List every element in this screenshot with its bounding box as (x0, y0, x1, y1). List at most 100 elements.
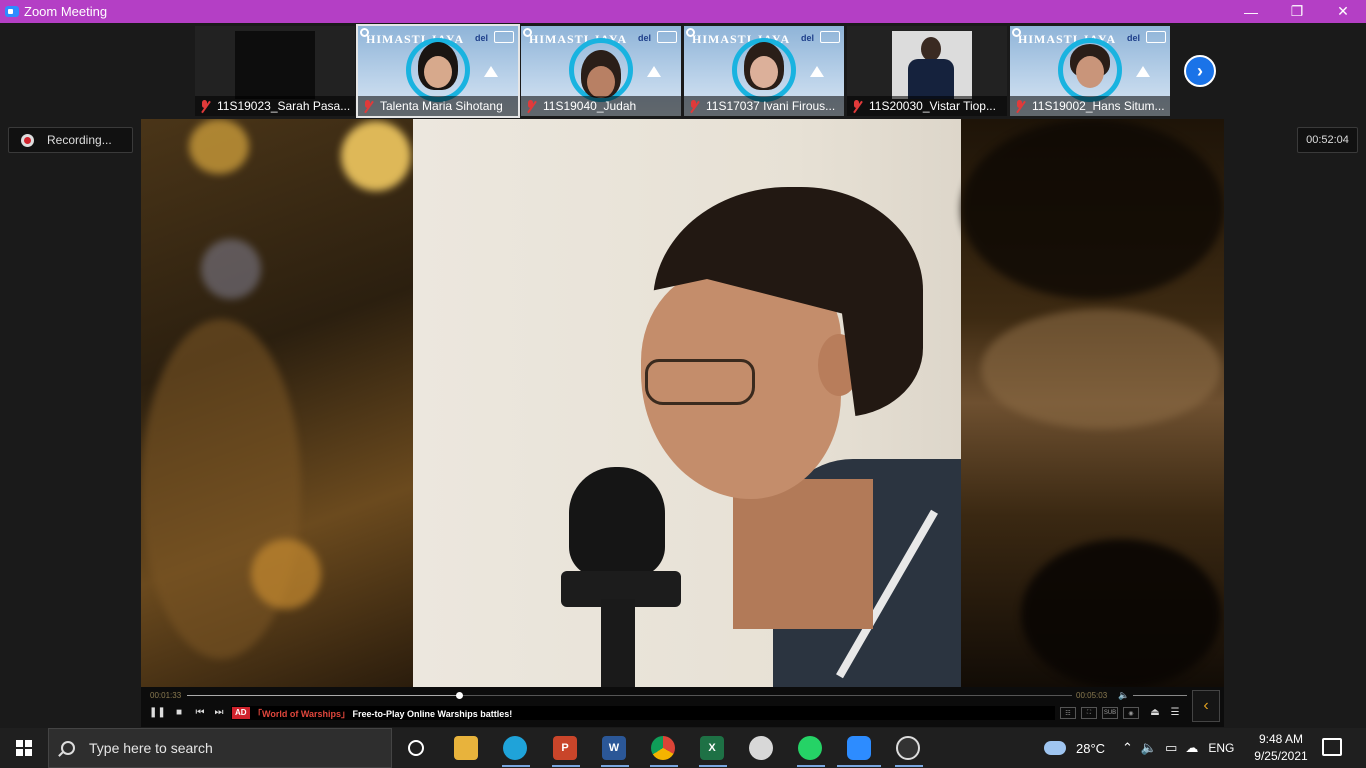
chevron-left-icon[interactable]: ‹ (1192, 690, 1220, 722)
pin-dot-icon (360, 28, 369, 37)
word-icon[interactable]: W (602, 736, 626, 760)
mic-muted-icon (851, 99, 863, 113)
play-icon (484, 66, 498, 77)
minimize-icon[interactable]: — (1228, 0, 1274, 23)
eject-icon[interactable]: ⏏ (1148, 707, 1162, 718)
chevron-up-icon[interactable]: ⌃ (1122, 740, 1133, 756)
microphone-stand (601, 599, 635, 687)
window-title: Zoom Meeting (24, 4, 108, 19)
seek-bar[interactable] (187, 692, 1072, 699)
menu-icon[interactable]: ☰ (1168, 707, 1182, 718)
participant-face (750, 56, 778, 88)
settings-icon[interactable]: ☷ (1060, 707, 1076, 719)
powerpoint-icon[interactable]: P (553, 736, 577, 760)
share-icon (657, 31, 677, 43)
seek-knob[interactable] (455, 692, 463, 699)
participant-name: 11S17037 Ivani Firous... (706, 99, 836, 113)
search-placeholder: Type here to search (89, 740, 213, 756)
participant-tile[interactable]: HIMASTI JAYA del 11S19002_Hans Situm... (1010, 26, 1170, 116)
speaker-icon[interactable]: 🔈 (1141, 740, 1157, 756)
volume-slider[interactable] (1133, 695, 1187, 696)
clock-time: 9:48 AM (1258, 732, 1304, 746)
meeting-area: 11S19023_Sarah Pasa... HIMASTI JAYA del … (0, 23, 1366, 728)
search-icon (61, 741, 75, 755)
weather-widget[interactable]: 28°C (1044, 728, 1105, 768)
recording-indicator[interactable]: Recording... (8, 127, 133, 153)
profile-photo (892, 31, 972, 99)
start-button[interactable] (0, 728, 48, 768)
system-tray: ⌃ 🔈 ▭ ☁ ENG (1122, 728, 1234, 768)
ad-tag: AD (232, 707, 250, 719)
record-icon (21, 133, 34, 147)
word-running-indicator (601, 765, 629, 767)
participant-tile-active[interactable]: HIMASTI JAYA del Talenta Maria Sihotang (356, 24, 520, 118)
window-controls: — ❐ ✕ (1228, 0, 1366, 23)
play-icon (647, 66, 661, 77)
pin-dot-icon (1012, 28, 1021, 37)
restore-icon[interactable]: ❐ (1274, 0, 1320, 23)
zoom-running-indicator (837, 765, 881, 767)
file-explorer-icon[interactable] (454, 736, 478, 760)
ad-text[interactable]: 「World of Warships」 Free-to-Play Online … (253, 707, 512, 720)
participant-face (424, 56, 452, 88)
language-indicator[interactable]: ENG (1208, 741, 1234, 755)
chrome-icon[interactable] (651, 736, 675, 760)
task-view-icon[interactable] (404, 736, 428, 760)
participant-name: 11S19002_Hans Situm... (1032, 99, 1165, 113)
duration-time: 00:05:03 (1076, 691, 1108, 700)
battery-icon[interactable]: ▭ (1165, 740, 1177, 756)
bokeh-light (341, 121, 411, 191)
edge-icon[interactable] (503, 736, 527, 760)
screenshot-icon[interactable]: ◉ (1123, 707, 1139, 719)
bg-logo: del (474, 33, 488, 43)
whatsapp-icon[interactable] (798, 736, 822, 760)
bokeh-light (251, 539, 321, 609)
microphone (569, 467, 665, 577)
recording-label: Recording... (47, 133, 112, 147)
onedrive-icon[interactable]: ☁ (1185, 740, 1198, 756)
share-icon (1146, 31, 1166, 43)
shared-screen-video[interactable] (141, 119, 1224, 687)
participant-tile[interactable]: 11S20030_Vistar Tiop... (847, 26, 1007, 116)
subtitle-icon[interactable]: SUB (1102, 707, 1118, 719)
participant-label: 11S19002_Hans Situm... (1010, 96, 1170, 116)
participant-face (587, 66, 615, 98)
singer-glasses (645, 359, 755, 405)
zoom-icon[interactable] (847, 736, 871, 760)
mic-muted-icon (688, 99, 700, 113)
pin-dot-icon (523, 28, 532, 37)
chevron-right-icon: › (1197, 60, 1203, 81)
taskbar-search[interactable]: Type here to search (48, 728, 392, 768)
participant-name: Talenta Maria Sihotang (380, 99, 503, 113)
close-icon[interactable]: ✕ (1320, 0, 1366, 23)
participant-face (1076, 56, 1104, 88)
next-page-button[interactable]: › (1184, 55, 1216, 87)
paint-icon[interactable] (749, 736, 773, 760)
photo-head (921, 37, 941, 61)
ad-brand: 「World of Warships」 (253, 709, 351, 719)
mic-muted-icon (525, 99, 537, 113)
excel-icon[interactable]: X (700, 736, 724, 760)
pause-button[interactable]: ❚❚ (149, 707, 166, 718)
obs-icon[interactable] (896, 736, 920, 760)
previous-button[interactable]: ⏮ (193, 707, 207, 718)
participant-tile[interactable]: 11S19023_Sarah Pasa... (195, 26, 355, 116)
meeting-timer: 00:52:04 (1297, 127, 1358, 153)
photo-body (908, 59, 954, 99)
participant-tile[interactable]: HIMASTI JAYA del 11S19040_Judah (521, 26, 681, 116)
stop-button[interactable]: ■ (172, 707, 186, 718)
powerpoint-running-indicator (552, 765, 580, 767)
mic-muted-icon (362, 99, 374, 113)
next-button[interactable]: ⏭ (212, 707, 226, 718)
notification-icon[interactable] (1322, 738, 1342, 756)
system-clock[interactable]: 9:48 AM 9/25/2021 (1250, 731, 1312, 765)
play-icon (1136, 66, 1150, 77)
fullscreen-icon[interactable]: ⛶ (1081, 707, 1097, 719)
volume-icon[interactable]: 🔈 (1118, 690, 1129, 701)
zoom-app-icon (5, 6, 19, 17)
bokeh-light (981, 309, 1221, 429)
participant-label: 11S19040_Judah (521, 96, 681, 116)
whatsapp-running-indicator (797, 765, 825, 767)
chrome-running-indicator (650, 765, 678, 767)
participant-tile[interactable]: HIMASTI JAYA del 11S17037 Ivani Firous..… (684, 26, 844, 116)
